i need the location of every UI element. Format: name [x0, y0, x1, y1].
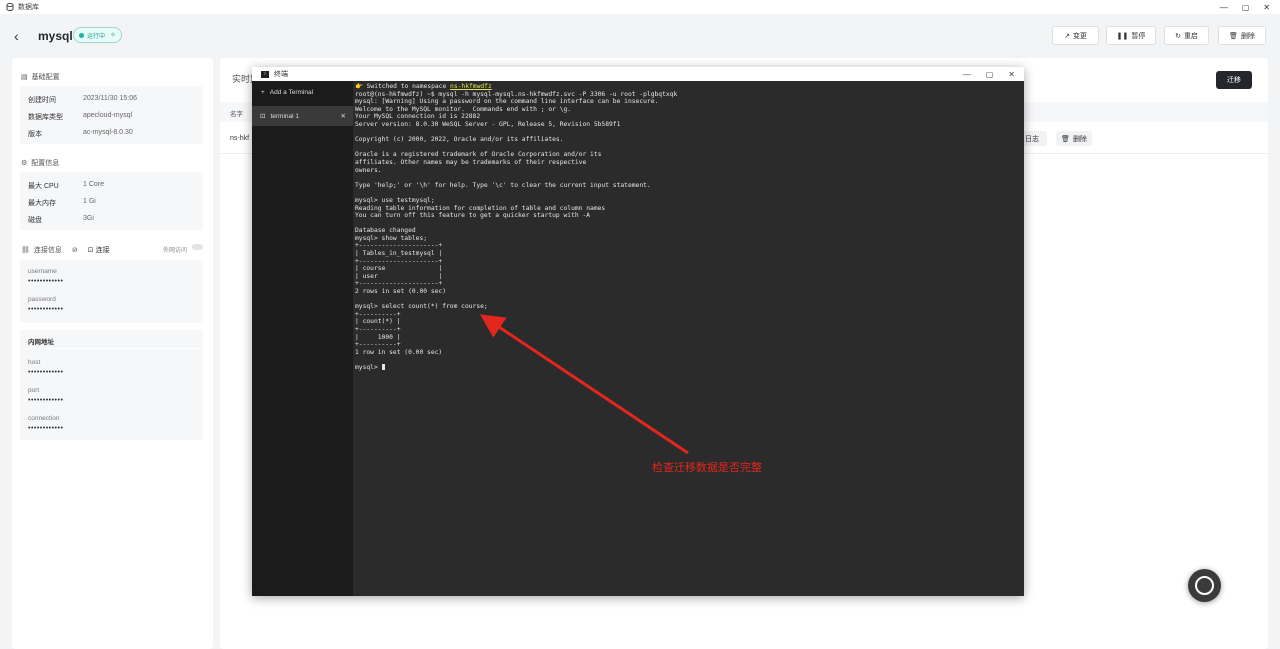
annotation-arrow: [480, 314, 689, 455]
floating-assistant-button[interactable]: [1188, 569, 1221, 602]
annotation-text: 检查迁移数据是否完整: [652, 462, 762, 474]
